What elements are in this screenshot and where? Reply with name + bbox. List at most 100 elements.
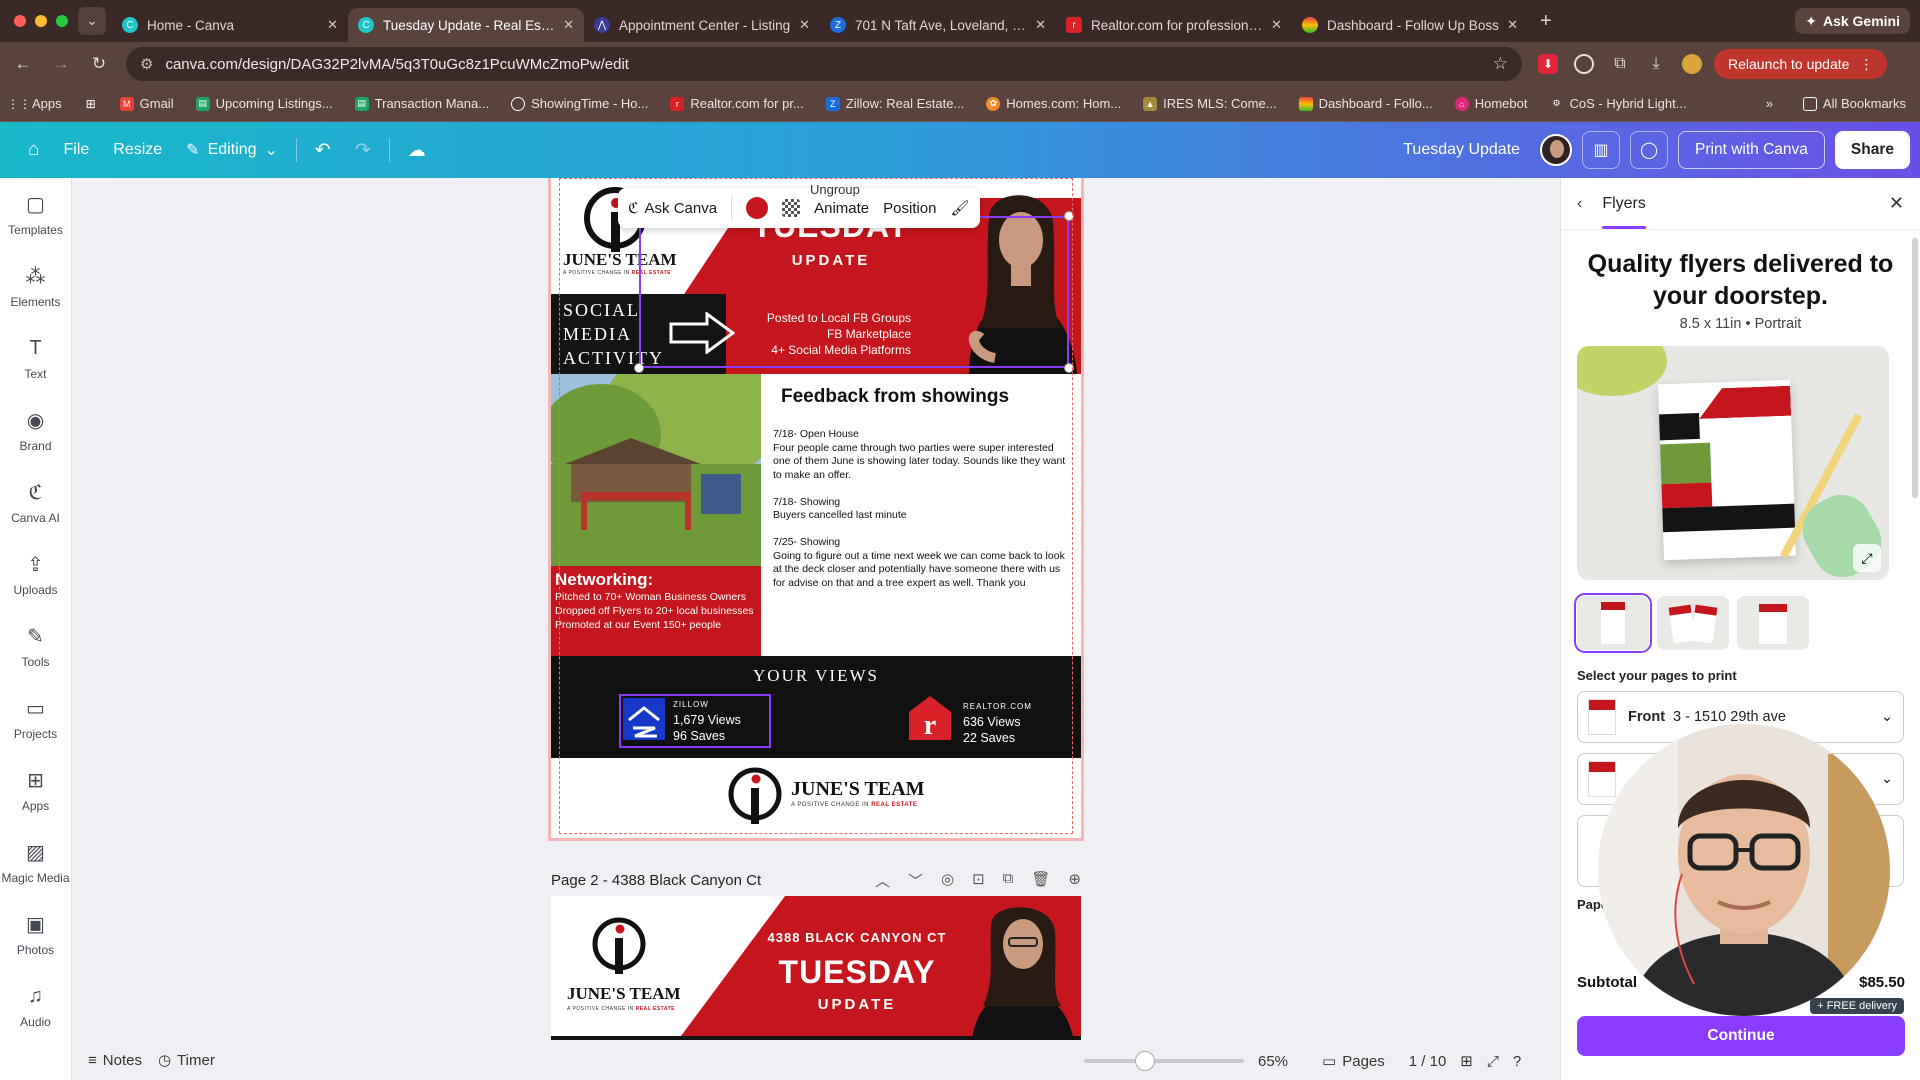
footer-team-name[interactable]: JUNE'S TEAM <box>791 778 925 801</box>
zillow-logo-icon[interactable] <box>623 698 665 740</box>
zoom-slider-knob[interactable] <box>1135 1051 1156 1071</box>
zoom-slider[interactable] <box>1084 1051 1244 1071</box>
realtor-logo-icon[interactable]: r <box>907 694 953 742</box>
sidebar-item-photos[interactable]: ▣ Photos <box>0 898 71 970</box>
relaunch-button[interactable]: Relaunch to update ⋮ <box>1714 49 1888 79</box>
delete-page-icon[interactable]: 🗑 <box>1031 870 1050 891</box>
sidebar-item-tools[interactable]: ✎ Tools <box>0 610 71 682</box>
browser-tab-active[interactable]: C Tuesday Update - Real Estate ✕ <box>348 8 584 42</box>
page-2-title[interactable]: Page 2 - 4388 Black Canyon Ct <box>551 872 761 889</box>
transparency-icon[interactable] <box>782 199 801 217</box>
close-tab-icon[interactable]: ✕ <box>327 17 338 33</box>
redo-button[interactable]: ↷ <box>343 131 383 169</box>
realtor-stats[interactable]: 636 Views 22 Saves <box>963 714 1020 746</box>
panel-scrollbar[interactable] <box>1912 238 1918 498</box>
browser-tab[interactable]: C Home - Canva ✕ <box>112 8 348 42</box>
tab-search-chevron-icon[interactable]: ⌄ <box>78 7 106 35</box>
extension-circle-icon[interactable] <box>1574 54 1594 74</box>
downloads-icon[interactable]: ⤓ <box>1646 54 1666 74</box>
page-count[interactable]: 1 / 10 <box>1409 1053 1447 1070</box>
duplicate-page-icon[interactable]: ⧉ <box>1003 870 1014 891</box>
feedback-body-text[interactable]: 7/18- Open House Four people came throug… <box>773 428 1073 590</box>
agent-photo[interactable] <box>961 896 1081 1046</box>
new-tab-icon[interactable]: + <box>1540 10 1552 33</box>
resize-handle[interactable] <box>1064 363 1074 373</box>
undo-button[interactable]: ↶ <box>303 131 343 169</box>
maximize-window-button[interactable] <box>56 15 68 27</box>
editing-mode-button[interactable]: ✎ Editing ⌄ <box>174 131 290 169</box>
address-heading[interactable]: 4388 BLACK CANYON CT <box>747 930 967 945</box>
grid-view-icon[interactable]: ⊞ <box>1460 1052 1473 1070</box>
footer-tagline[interactable]: A POSITIVE CHANGE IN REAL ESTATE <box>791 802 917 808</box>
selection-box[interactable] <box>639 216 1069 368</box>
design-page-2[interactable]: JUNE'S TEAM A POSITIVE CHANGE IN REAL ES… <box>551 896 1081 1046</box>
thumbnail-2[interactable] <box>1657 596 1729 650</box>
bookmark-item[interactable]: ▤ Transaction Mana... <box>354 96 489 111</box>
your-views-heading[interactable]: YOUR VIEWS <box>551 666 1081 686</box>
team-name-text[interactable]: JUNE'S TEAM <box>567 984 681 1004</box>
continue-button[interactable]: Continue <box>1577 1016 1905 1056</box>
bookmark-item[interactable]: r Realtor.com for pr... <box>670 96 804 111</box>
bookmark-item[interactable]: M Gmail <box>119 96 174 111</box>
insights-button[interactable]: ▥ <box>1582 131 1621 169</box>
networking-section[interactable]: Networking: Pitched to 70+ Woman Busines… <box>551 566 761 656</box>
team-tagline[interactable]: A POSITIVE CHANGE IN REAL ESTATE <box>567 1006 675 1012</box>
bookmark-item[interactable]: ✿ Homes.com: Hom... <box>986 96 1121 111</box>
sidebar-item-apps[interactable]: ⊞ Apps <box>0 754 71 826</box>
color-swatch-button[interactable] <box>746 197 769 219</box>
browser-tab[interactable]: r Realtor.com for professionals ✕ <box>1056 8 1292 42</box>
back-chevron-icon[interactable]: ‹ <box>1577 195 1582 213</box>
document-title[interactable]: Tuesday Update <box>1403 141 1520 159</box>
sidebar-item-projects[interactable]: ▭ Projects <box>0 682 71 754</box>
back-arrow-icon[interactable]: ← <box>8 54 38 74</box>
print-with-canva-button[interactable]: Print with Canva <box>1678 131 1825 169</box>
feedback-heading[interactable]: Feedback from showings <box>781 386 1009 408</box>
close-tab-icon[interactable]: ✕ <box>563 17 574 33</box>
close-window-button[interactable] <box>14 15 26 27</box>
expand-icon[interactable]: ⤢ <box>1853 544 1881 572</box>
house-photo[interactable] <box>551 374 761 566</box>
move-page-down-icon[interactable]: ﹀ <box>908 870 923 891</box>
bookmark-item[interactable]: ShowingTime - Ho... <box>511 96 648 111</box>
all-bookmarks-button[interactable]: All Bookmarks <box>1802 96 1906 111</box>
sidebar-item-text[interactable]: T Text <box>0 322 71 394</box>
more-bookmarks-chevron-icon[interactable]: » <box>1766 96 1773 111</box>
ask-gemini-button[interactable]: ✦ Ask Gemini <box>1795 8 1910 34</box>
browser-tab[interactable]: ⋀ Appointment Center - Listing ✕ <box>584 8 820 42</box>
views-section[interactable]: YOUR VIEWS ZILLOW 1,679 Views 96 Saves r… <box>551 656 1081 758</box>
bookmark-item[interactable]: ▤ Upcoming Listings... <box>195 96 333 111</box>
resize-button[interactable]: Resize <box>101 131 174 169</box>
home-button[interactable]: ⌂ <box>16 131 51 169</box>
close-icon[interactable]: ✕ <box>1889 193 1904 214</box>
sidebar-item-audio[interactable]: ♫ Audio <box>0 970 71 1042</box>
feedback-section[interactable]: Feedback from showings 7/18- Open House … <box>761 374 1081 656</box>
reload-icon[interactable]: ↻ <box>84 54 114 74</box>
fullscreen-icon[interactable]: ⤢ <box>1487 1053 1499 1070</box>
ask-canva-button[interactable]: ℭ Ask Canva <box>628 199 717 218</box>
position-button[interactable]: Position <box>883 200 936 217</box>
add-page-icon[interactable]: ⊕ <box>1068 870 1081 891</box>
bookmark-item[interactable]: ⌂ Homebot <box>1454 96 1527 111</box>
canvas-workspace[interactable]: JUNE'S TEAM A POSITIVE CHANGE IN REAL ES… <box>72 178 1560 1080</box>
resize-handle[interactable] <box>1064 211 1074 221</box>
notes-button[interactable]: ≡ Notes <box>88 1052 142 1069</box>
ungroup-button[interactable]: Ungroup <box>810 182 860 197</box>
junes-team-logo-icon[interactable] <box>727 766 785 824</box>
lock-page-icon[interactable]: ⊡ <box>972 870 985 891</box>
close-tab-icon[interactable]: ✕ <box>799 17 810 33</box>
resize-handle[interactable] <box>634 363 644 373</box>
bookmark-item[interactable]: ▲ IRES MLS: Come... <box>1143 96 1277 111</box>
minimize-window-button[interactable] <box>35 15 47 27</box>
networking-heading[interactable]: Networking: <box>555 570 757 590</box>
thumbnail-1[interactable] <box>1574 593 1652 653</box>
timer-button[interactable]: ◷ Timer <box>158 1051 215 1070</box>
update-subheading[interactable]: UPDATE <box>747 996 967 1013</box>
realtor-label[interactable]: REALTOR.COM <box>963 702 1032 711</box>
help-icon[interactable]: ? <box>1513 1053 1521 1070</box>
zillow-label[interactable]: ZILLOW <box>673 700 709 709</box>
flyer-preview-image[interactable]: ⤢ <box>1577 346 1889 580</box>
bookmark-star-icon[interactable]: ☆ <box>1493 54 1508 74</box>
share-button[interactable]: Share <box>1834 131 1910 169</box>
animate-button[interactable]: Animate <box>814 200 869 217</box>
close-tab-icon[interactable]: ✕ <box>1507 17 1518 33</box>
